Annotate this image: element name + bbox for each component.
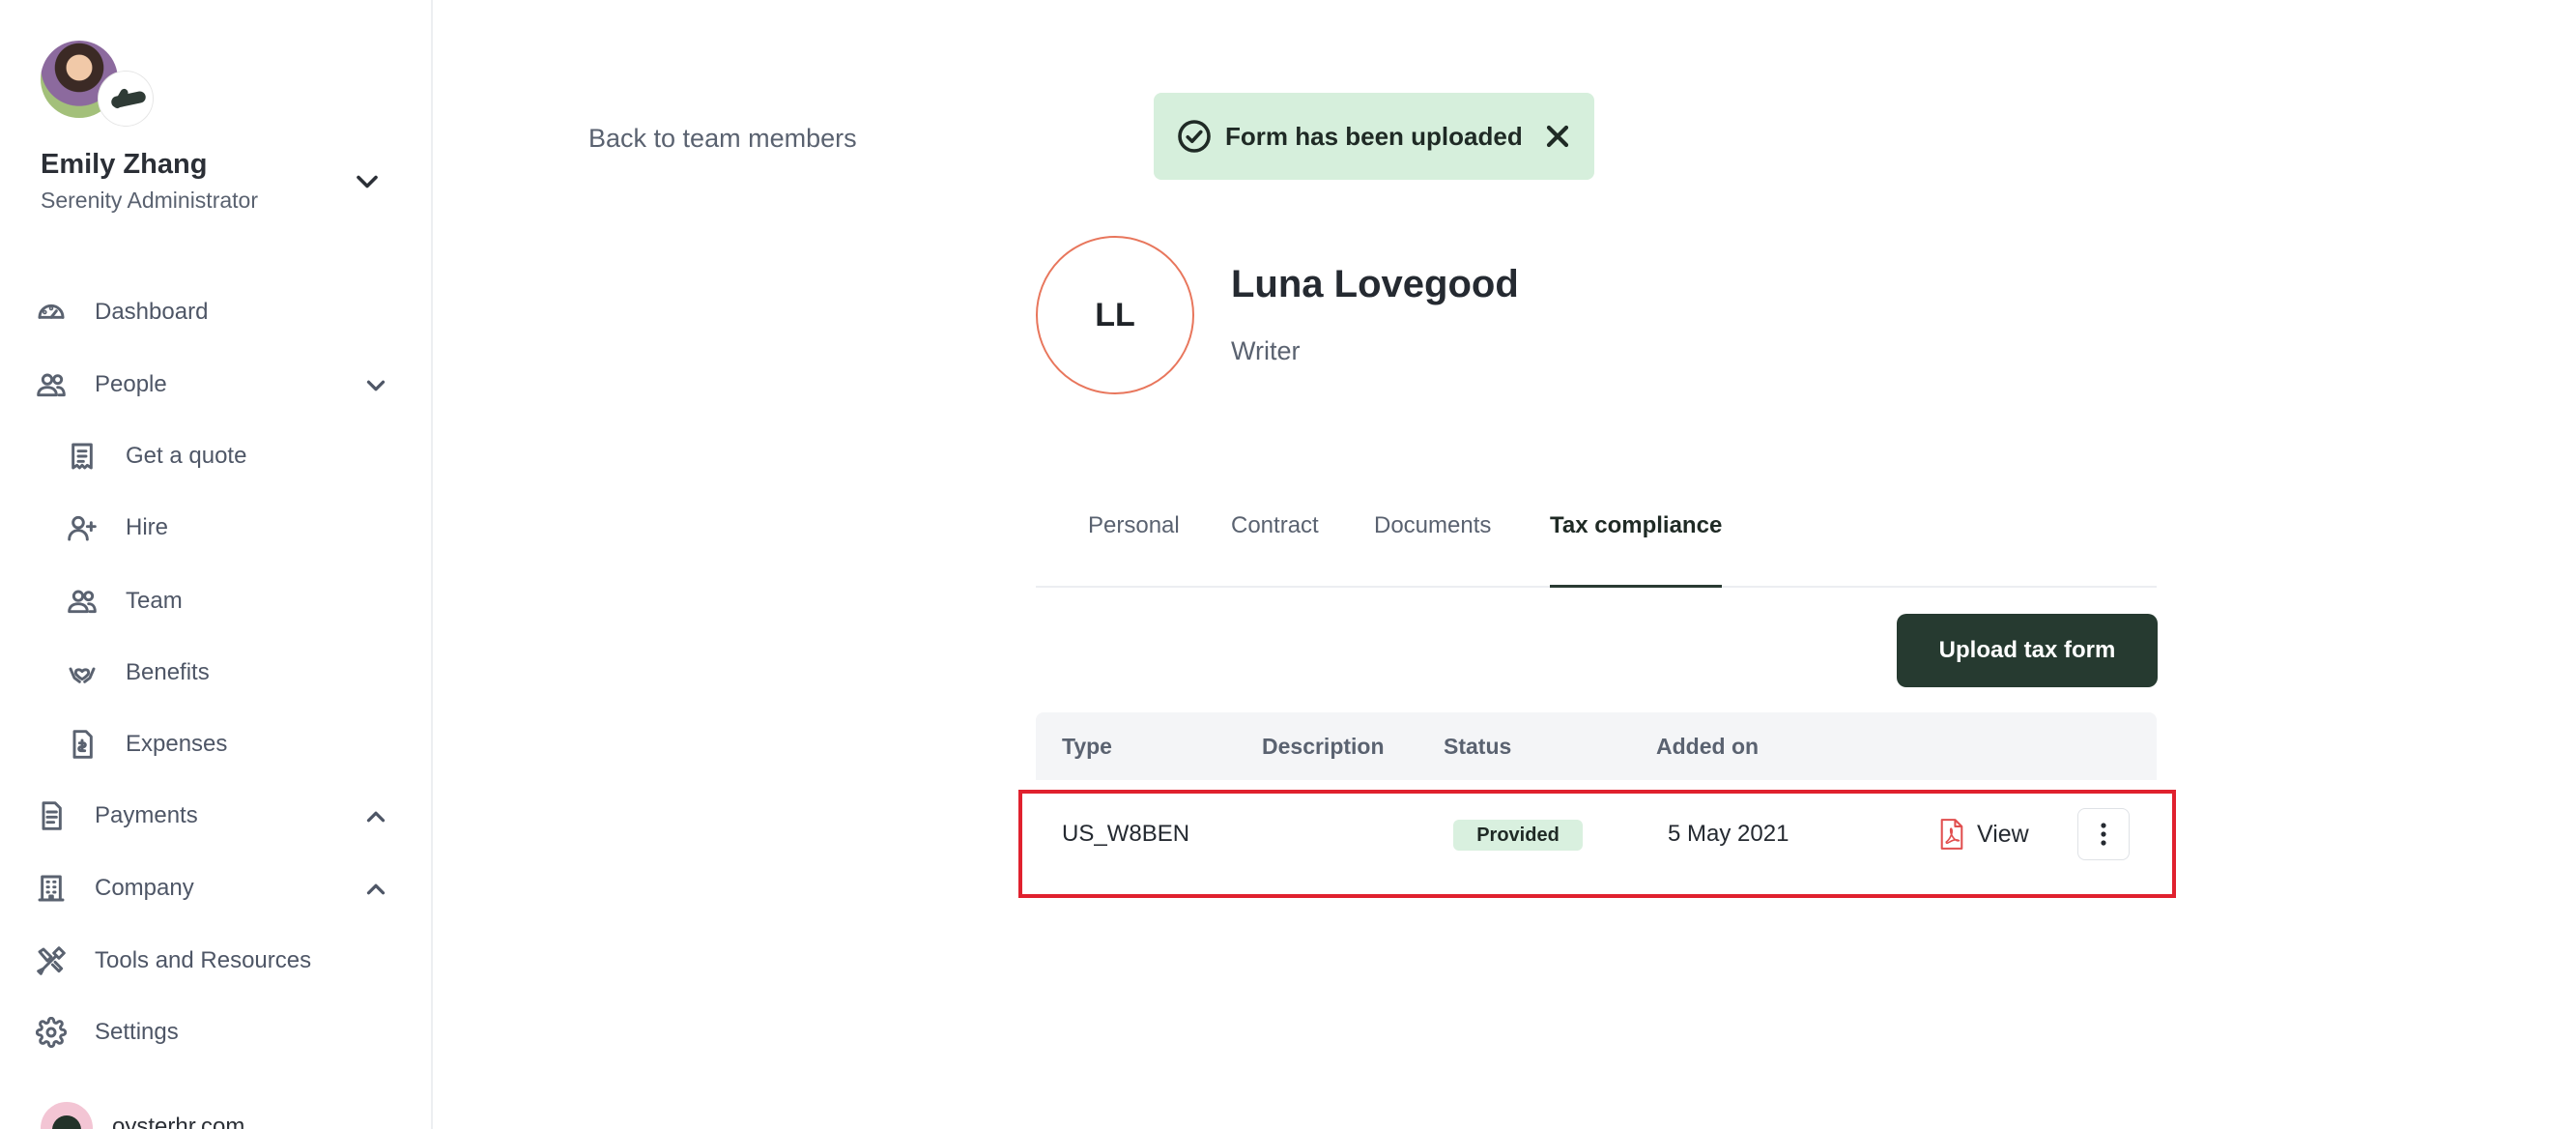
profile-avatar: LL xyxy=(1036,236,1194,394)
chevron-up-icon[interactable] xyxy=(361,802,390,831)
tab-contract[interactable]: Contract xyxy=(1231,512,1319,588)
view-document-button[interactable]: View xyxy=(1938,818,2029,851)
sidebar-item-payments[interactable]: Payments xyxy=(35,795,198,837)
sidebar-item-label: Payments xyxy=(95,802,198,828)
sidebar-item-tools-and-resources[interactable]: Tools and Resources xyxy=(35,940,311,982)
profile-name: Luna Lovegood xyxy=(1231,263,1519,305)
sidebar-item-people[interactable]: People xyxy=(35,363,167,406)
expense-document-icon xyxy=(66,728,99,761)
user-plus-icon xyxy=(66,511,99,544)
user-role: Serenity Administrator xyxy=(41,188,258,213)
user-name: Emily Zhang xyxy=(41,149,208,180)
tab-documents[interactable]: Documents xyxy=(1374,512,1491,588)
heart-hands-icon xyxy=(66,656,99,689)
sidebar-item-label: Dashboard xyxy=(95,299,209,325)
sidebar-item-label: Company xyxy=(95,875,194,901)
chevron-down-icon[interactable] xyxy=(361,371,390,400)
avatar-group[interactable] xyxy=(41,41,153,128)
cell-type: US_W8BEN xyxy=(1062,821,1190,847)
cell-added-on: 5 May 2021 xyxy=(1668,821,1789,847)
gear-icon xyxy=(35,1016,68,1049)
chevron-up-icon[interactable] xyxy=(361,875,390,904)
sidebar-item-settings[interactable]: Settings xyxy=(35,1011,179,1054)
column-header-status: Status xyxy=(1444,734,1512,759)
status-badge: Provided xyxy=(1453,820,1583,851)
dashboard-icon xyxy=(35,296,68,329)
toast-message: Form has been uploaded xyxy=(1225,121,1523,151)
team-icon xyxy=(66,585,99,618)
company-logo xyxy=(41,1102,93,1129)
payments-document-icon xyxy=(35,799,68,832)
sidebar-item-team[interactable]: Team xyxy=(66,580,183,622)
sidebar-item-label: Expenses xyxy=(126,731,228,757)
company-avatar xyxy=(99,72,191,126)
footer-domain[interactable]: oysterhr.com xyxy=(112,1114,244,1129)
kebab-menu-icon xyxy=(2101,823,2106,846)
receipt-icon xyxy=(66,440,99,473)
profile-role: Writer xyxy=(1231,336,1301,365)
building-icon xyxy=(35,872,68,905)
sidebar-item-label: Hire xyxy=(126,514,169,540)
pdf-icon xyxy=(1940,819,1963,850)
sidebar-item-label: Settings xyxy=(95,1019,179,1045)
column-header-type: Type xyxy=(1062,734,1112,759)
sidebar-item-get-a-quote[interactable]: Get a quote xyxy=(66,435,246,478)
sidebar-item-label: Tools and Resources xyxy=(95,947,312,973)
sidebar-item-label: Benefits xyxy=(126,659,210,685)
people-icon xyxy=(35,368,68,401)
sidebar-item-label: Get a quote xyxy=(126,443,247,469)
sidebar-item-label: People xyxy=(95,371,167,397)
close-icon[interactable] xyxy=(1540,119,1575,154)
check-circle-icon xyxy=(1177,119,1212,154)
back-to-team-members-link[interactable]: Back to team members xyxy=(588,124,857,154)
sidebar-item-hire[interactable]: Hire xyxy=(66,507,168,549)
sidebar-item-expenses[interactable]: Expenses xyxy=(66,723,227,766)
column-header-added-on: Added on xyxy=(1656,734,1760,759)
tab-tax-compliance[interactable]: Tax compliance xyxy=(1550,512,1723,588)
table-header: Type Description Status Added on xyxy=(1036,712,2157,780)
sidebar: Emily Zhang Serenity Administrator Dashb… xyxy=(0,0,433,1129)
tab-personal[interactable]: Personal xyxy=(1088,512,1180,588)
view-label: View xyxy=(1977,820,2029,848)
sidebar-item-benefits[interactable]: Benefits xyxy=(66,651,210,694)
profile-tabs: Personal Contract Documents Tax complian… xyxy=(1036,503,2157,588)
sidebar-item-label: Team xyxy=(126,588,183,614)
success-toast: Form has been uploaded xyxy=(1154,93,1594,180)
upload-tax-form-button[interactable]: Upload tax form xyxy=(1897,614,2158,687)
more-options-button[interactable] xyxy=(2077,808,2130,860)
sidebar-item-dashboard[interactable]: Dashboard xyxy=(35,291,208,333)
chevron-down-icon[interactable] xyxy=(350,164,385,199)
tools-icon xyxy=(35,944,68,977)
column-header-description: Description xyxy=(1262,734,1385,759)
sidebar-item-company[interactable]: Company xyxy=(35,867,194,910)
